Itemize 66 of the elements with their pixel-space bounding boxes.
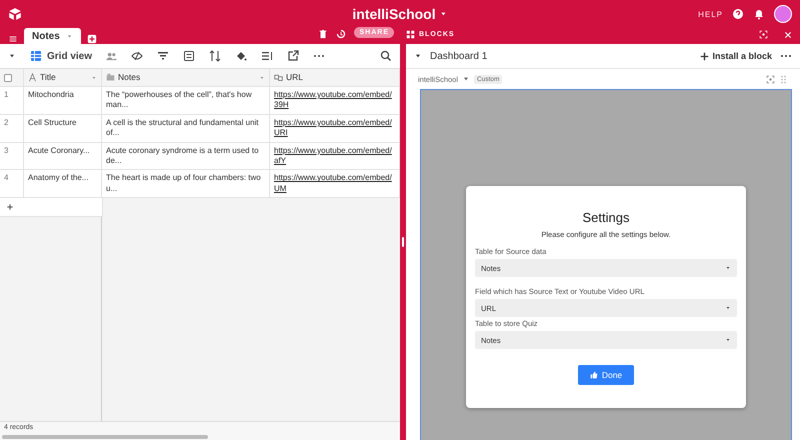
trash-icon[interactable] xyxy=(318,29,328,39)
url-link[interactable]: https://www.youtube.com/embed/URI xyxy=(270,114,400,142)
install-block-button[interactable]: Install a block xyxy=(700,51,772,61)
caret-icon xyxy=(725,265,731,271)
column-header[interactable]: Title xyxy=(40,72,56,84)
logo-icon[interactable] xyxy=(8,7,22,21)
help-icon[interactable] xyxy=(732,8,744,20)
table-cell: The heart is made up of four chambers: two u... xyxy=(102,170,270,198)
bell-icon[interactable] xyxy=(753,8,765,20)
caret-icon[interactable] xyxy=(66,32,73,40)
caret-icon[interactable] xyxy=(462,75,470,83)
history-icon[interactable] xyxy=(336,29,346,39)
collapse-icon[interactable] xyxy=(414,52,422,60)
people-icon[interactable] xyxy=(106,50,118,62)
table-tab[interactable]: Notes xyxy=(24,28,81,44)
row-number: 1 xyxy=(0,87,24,114)
row-number: 2 xyxy=(0,114,24,142)
text-field-icon[interactable] xyxy=(28,73,37,82)
table-cell: Anatomy of the... xyxy=(24,170,102,198)
url-link[interactable]: https://www.youtube.com/embed/UM xyxy=(270,170,400,198)
table-cell: Mitochondria xyxy=(24,87,102,114)
url-link[interactable]: https://www.youtube.com/embed/39H xyxy=(270,87,400,114)
url-link[interactable]: https://www.youtube.com/embed/afY xyxy=(270,142,400,170)
dialog-title: Settings xyxy=(582,210,630,225)
filter-icon[interactable] xyxy=(157,50,170,62)
plus-icon xyxy=(700,52,710,60)
dashboard-title[interactable]: Dashboard 1 xyxy=(430,50,488,62)
done-button[interactable]: Done xyxy=(578,365,634,385)
column-header[interactable]: Notes xyxy=(118,72,140,84)
link-icon[interactable] xyxy=(274,73,283,82)
fullscreen-icon[interactable] xyxy=(759,30,768,39)
view-switcher[interactable]: Grid view xyxy=(30,50,92,62)
group-icon[interactable] xyxy=(183,50,196,62)
collapse-icon[interactable] xyxy=(8,52,16,60)
caret-icon xyxy=(725,305,731,311)
table-cell: A cell is the structural and fundamental unit of... xyxy=(102,114,270,142)
share-view-icon[interactable] xyxy=(287,50,300,62)
caret-icon[interactable] xyxy=(259,74,265,81)
add-table-icon[interactable] xyxy=(86,34,97,44)
table-cell: Cell Structure xyxy=(24,114,102,142)
checkbox[interactable] xyxy=(4,74,12,82)
table-cell: Acute coronary syndrome is a term used to de... xyxy=(102,142,270,170)
fullscreen-icon[interactable] xyxy=(766,74,775,84)
thumbs-up-icon xyxy=(590,371,598,379)
caret-icon[interactable] xyxy=(91,74,97,81)
caret-icon xyxy=(725,337,731,343)
avatar[interactable] xyxy=(774,5,792,23)
table-cell: Acute Coronary... xyxy=(24,142,102,170)
close-icon[interactable] xyxy=(784,30,792,38)
add-row-icon[interactable] xyxy=(6,203,14,212)
grid-icon xyxy=(30,50,42,62)
row-number: 4 xyxy=(0,170,24,198)
caret-icon[interactable] xyxy=(440,10,448,18)
help-link[interactable]: HELP xyxy=(698,10,723,18)
column-header[interactable]: URL xyxy=(286,72,304,84)
app-title[interactable]: intelliSchool xyxy=(352,6,436,22)
row-number: 3 xyxy=(0,142,24,170)
drag-handle-icon[interactable] xyxy=(779,74,788,84)
blocks-icon[interactable] xyxy=(406,30,415,39)
hide-fields-icon[interactable] xyxy=(131,50,144,62)
menu-icon[interactable] xyxy=(8,34,18,44)
table-cell: The “powerhouses of the cell”, that's how man... xyxy=(102,87,270,114)
paint-bucket-icon[interactable] xyxy=(235,50,248,62)
sort-icon[interactable] xyxy=(209,50,222,62)
row-height-icon[interactable] xyxy=(261,50,274,62)
search-icon[interactable] xyxy=(380,50,392,62)
